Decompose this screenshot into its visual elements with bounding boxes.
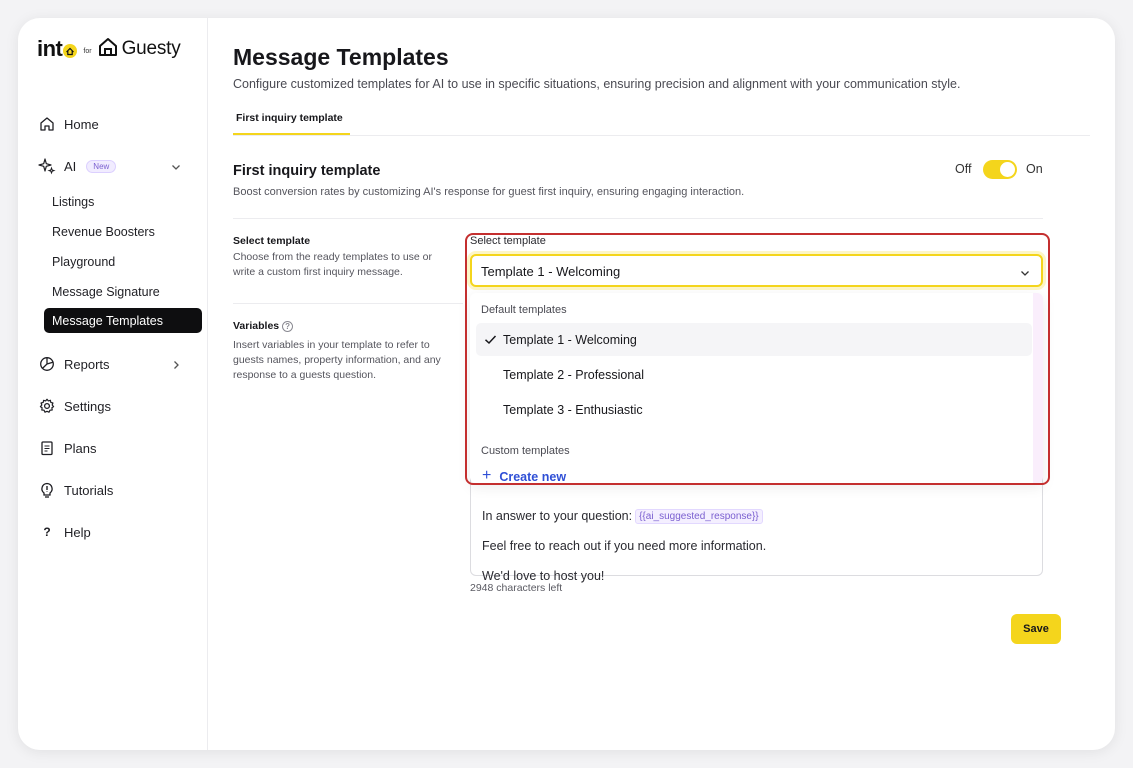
question-icon: ? [43,525,51,539]
clipboard-icon [38,439,56,457]
logo: int for Guesty [37,36,181,62]
dropdown-option-template-2[interactable]: Template 2 - Professional [476,358,1032,391]
logo-for-text: for [83,47,92,55]
plus-icon: + [482,467,492,484]
dropdown-option-label: Template 1 - Welcoming [503,332,637,347]
sparkles-icon [38,157,56,175]
editor-line-1-text: In answer to your question: [482,509,633,523]
toggle-on-label: On [1026,162,1043,176]
sidebar-item-plans[interactable]: Plans [38,437,97,459]
section-title: First inquiry template [233,163,381,179]
sidebar-item-label: Help [64,524,91,540]
dropdown-option-label: Template 2 - Professional [503,367,645,382]
sidebar-item-revenue-boosters[interactable]: Revenue Boosters [44,219,202,244]
main-content: Message Templates Configure customized t… [208,18,1115,750]
create-new-label: Create new [499,470,567,484]
section-description: Boost conversion rates by customizing AI… [233,186,745,198]
section-divider [233,218,1043,219]
sidebar-item-label: Plans [64,440,97,456]
template-select-value: Template 1 - Welcoming [481,264,621,279]
page-subtitle: Configure customized templates for AI to… [233,77,961,91]
sidebar-item-label: Reports [64,356,110,372]
sidebar-item-label: Settings [64,398,111,414]
dropdown-option-template-1[interactable]: Template 1 - Welcoming [476,323,1032,356]
custom-templates-group-label: Custom templates [481,445,570,457]
enable-template-toggle[interactable] [983,160,1017,179]
template-dropdown-menu: Default templates Template 1 - Welcoming… [470,293,1043,484]
page-title: Message Templates [233,44,449,70]
variables-title-text: Variables [233,320,280,332]
lightbulb-icon [38,481,56,499]
editor-line-2: Feel free to reach out if you need more … [482,539,767,553]
select-template-label: Select template [470,235,546,247]
sidebar-item-settings[interactable]: Settings [38,395,111,417]
gear-icon [38,397,56,415]
variable-chip[interactable]: {{ai_suggested_response}} [635,509,763,525]
field-divider [233,303,463,304]
new-badge: New [86,159,117,173]
app-window: int for Guesty Home AI New Listings Reve… [18,18,1115,750]
toggle-knob [1000,162,1015,177]
variables-description: Insert variables in your template to ref… [233,339,441,381]
variables-title: Variables? [233,320,294,332]
sidebar-item-label: Home [64,116,99,132]
tabs-divider [233,135,1090,136]
help-circle-icon[interactable]: ? [282,320,294,332]
sidebar-item-label: AI [64,158,77,174]
toggle-off-label: Off [955,162,972,176]
chevron-down-icon [1019,266,1031,278]
sidebar-item-help[interactable]: ? Help [38,521,91,543]
save-button[interactable]: Save [1011,614,1061,644]
sidebar-item-tutorials[interactable]: Tutorials [38,479,113,501]
default-templates-group-label: Default templates [481,304,567,316]
sidebar: int for Guesty Home AI New Listings Reve… [18,18,208,750]
sidebar-item-message-signature[interactable]: Message Signature [44,279,202,304]
chevron-right-icon[interactable] [170,358,182,370]
logo-into-text: int [37,36,63,61]
characters-left: 2948 characters left [470,582,563,594]
sidebar-item-reports[interactable]: Reports [38,353,110,375]
check-icon [484,333,497,346]
sidebar-item-ai[interactable]: AI New [38,155,117,177]
select-template-description: Choose from the ready templates to use o… [233,251,433,278]
logo-house-icon [63,44,78,58]
sidebar-item-playground[interactable]: Playground [44,249,202,274]
sidebar-item-label: Tutorials [64,482,114,498]
editor-line-3: We'd love to host you! [482,569,605,583]
sidebar-item-listings[interactable]: Listings [44,189,202,214]
chevron-down-icon[interactable] [170,160,182,172]
editor-line-1: In answer to your question: {{ai_suggeste… [482,509,763,525]
home-icon [38,115,56,133]
sidebar-item-home[interactable]: Home [38,113,99,135]
select-template-title: Select template [233,235,311,247]
logo-guesty-text: Guesty [121,38,181,59]
sidebar-item-message-templates[interactable]: Message Templates [44,308,202,333]
guesty-house-icon [98,37,118,62]
template-select[interactable]: Template 1 - Welcoming [470,254,1043,287]
dropdown-option-label: Template 3 - Enthusiastic [503,402,643,417]
dropdown-option-template-3[interactable]: Template 3 - Enthusiastic [476,393,1032,426]
create-new-template-button[interactable]: + Create new [476,466,566,488]
pie-chart-icon [38,355,56,373]
